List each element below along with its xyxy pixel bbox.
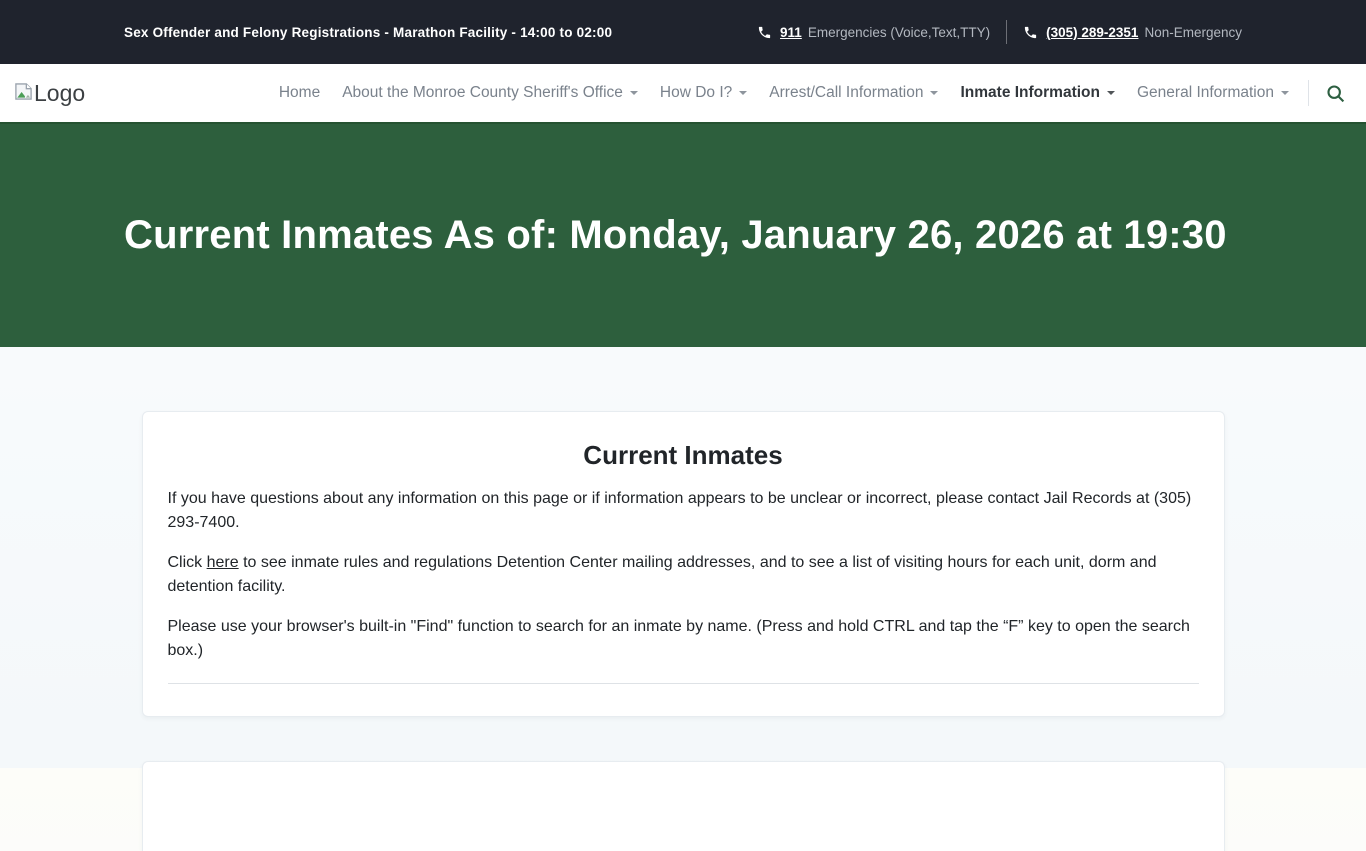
nav-divider [1308,80,1309,106]
emergency-label: Emergencies (Voice,Text,TTY) [807,24,991,40]
search-button[interactable] [1319,79,1352,108]
main-navbar: Logo Home About the Monroe County Sherif… [0,64,1366,122]
top-utility-bar: Sex Offender and Felony Registrations - … [0,0,1366,64]
facility-announcement: Sex Offender and Felony Registrations - … [124,24,613,40]
nav-item-general-information[interactable]: General Information [1126,78,1300,108]
nav-item-label: General Information [1137,84,1274,101]
nav-item-label: Arrest/Call Information [769,84,924,101]
chevron-down-icon [1281,91,1289,95]
page-title: Current Inmates As of: Monday, January 2… [124,213,1227,257]
emergency-number: 911 [780,24,802,40]
phone-icon [1025,26,1037,38]
nav-item-inmate-information[interactable]: Inmate Information [949,78,1126,108]
nav-menu: Home About the Monroe County Sheriff's O… [268,78,1352,108]
non-emergency-phone-link[interactable]: (305) 289-2351 Non-Emergency [1023,25,1242,40]
phone-links: 911 Emergencies (Voice,Text,TTY) (305) 2… [757,20,1242,44]
nav-item-home[interactable]: Home [268,78,331,108]
phone-icon [758,26,771,38]
card-heading: Current Inmates [583,440,783,470]
rules-text-suffix: to see inmate rules and regulations Dete… [167,554,1157,595]
nav-item-label: Home [278,84,321,101]
contact-paragraph: If you have questions about any informat… [167,490,1192,531]
logo-alt-text: Logo [34,79,86,106]
rules-paragraph: Click here to see inmate rules and regul… [168,551,1199,599]
non-emergency-label: Non-Emergency [1144,24,1242,40]
chevron-down-icon [1107,91,1115,95]
broken-image-icon [15,82,32,100]
hero-banner: Current Inmates As of: Monday, January 2… [0,122,1366,347]
here-link[interactable]: here [207,554,239,571]
chevron-down-icon [930,91,939,95]
nav-item-about[interactable]: About the Monroe County Sheriff's Office [331,78,649,108]
emergency-phone-link[interactable]: 911 Emergencies (Voice,Text,TTY) [757,25,990,40]
page-content: Current Inmates If you have questions ab… [0,347,1366,851]
nav-item-label: How Do I? [659,84,733,101]
logo[interactable]: Logo [14,79,86,106]
top-utility-bar-inner: Sex Offender and Felony Registrations - … [124,20,1242,44]
search-icon [1327,84,1345,102]
chevron-down-icon [629,91,638,95]
nav-item-arrest-call-information[interactable]: Arrest/Call Information [758,78,949,108]
non-emergency-number: (305) 289-2351 [1046,24,1139,40]
topbar-divider [1006,20,1008,44]
find-instructions-paragraph: Please use your browser's built-in "Find… [167,618,1190,659]
current-inmates-info-card: Current Inmates If you have questions ab… [141,411,1225,717]
nav-item-label: Inmate Information [960,84,1100,101]
chevron-down-icon [739,91,748,95]
rules-text-prefix: Click [167,554,207,571]
nav-item-label: About the Monroe County Sheriff's Office [342,84,623,101]
nav-item-how-do-i[interactable]: How Do I? [649,78,758,108]
card-divider [167,683,1199,684]
next-card-partial [141,761,1225,851]
